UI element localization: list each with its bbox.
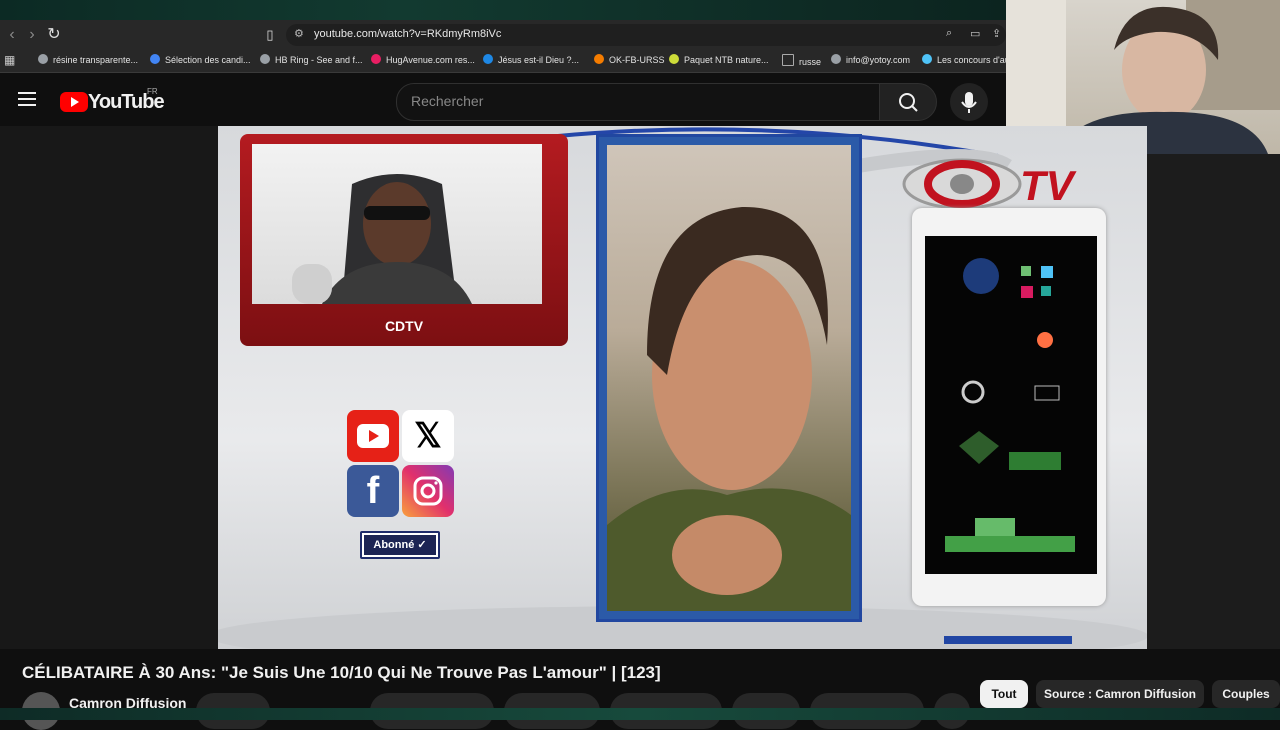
bookmark-item[interactable]: résine transparente... — [38, 54, 138, 65]
browser-tab-strip — [0, 0, 1006, 20]
video-player[interactable]: CDTV 𝕏 f Abonné ✓ TV — [218, 126, 1147, 649]
youtube-social-icon — [347, 410, 399, 462]
phone-screen-graphics — [945, 258, 1075, 552]
cdtv-banner-text: CDTV — [384, 318, 424, 334]
facebook-social-icon: f — [347, 465, 399, 517]
floor-stripe — [944, 636, 1072, 644]
apps-grid-icon[interactable]: ▦ — [4, 53, 15, 67]
bookmark-item[interactable]: HB Ring - See and f... — [260, 54, 363, 65]
bookmark-favicon-icon — [594, 54, 604, 64]
host-video — [252, 144, 542, 304]
microphone-icon — [961, 92, 977, 113]
region-code: FR — [147, 87, 158, 96]
bookmark-item[interactable]: Sélection des candi... — [150, 54, 251, 65]
bookmark-favicon-icon — [150, 54, 160, 64]
search-icon — [899, 93, 918, 112]
bookmark-item[interactable]: Jésus est-il Dieu ?... — [483, 54, 579, 65]
voice-search-button[interactable] — [950, 83, 988, 121]
subscribed-label: Abonné ✓ — [364, 535, 436, 555]
youtube-logo-icon[interactable] — [60, 92, 88, 112]
search-input[interactable]: Rechercher — [396, 83, 882, 121]
chip-source[interactable]: Source : Camron Diffusion — [1036, 680, 1204, 708]
browser-toolbar: ‹ › ↻ ▯ ⚙ youtube.com/watch?v=RKdmyRm8iV… — [0, 20, 1006, 50]
bookmark-folder[interactable]: russe — [782, 54, 821, 67]
video-title: CÉLIBATAIRE À 30 Ans: "Je Suis Une 10/10… — [22, 663, 661, 682]
share-icon[interactable]: ⇪ — [992, 27, 1001, 40]
bookmark-favicon-icon — [922, 54, 932, 64]
url-text: youtube.com/watch?v=RKdmyRm8iVc — [314, 28, 502, 40]
bookmarks-bar: ▦ résine transparente... Sélection des c… — [0, 50, 1010, 73]
guest-person-image — [607, 206, 851, 611]
cast-icon[interactable]: ▭ — [970, 27, 980, 40]
guest-video — [607, 145, 851, 611]
search-button[interactable] — [879, 83, 937, 121]
bookmark-icon[interactable]: ▯ — [260, 25, 280, 45]
forward-icon[interactable]: › — [22, 25, 42, 45]
phone-screen — [925, 236, 1097, 574]
bookmark-favicon-icon — [483, 54, 493, 64]
bookmark-favicon-icon — [371, 54, 381, 64]
zoom-icon[interactable]: ⌕ — [946, 27, 952, 40]
bookmark-favicon-icon — [38, 54, 48, 64]
youtube-header: YouTube FR Rechercher — [0, 73, 1006, 126]
taskbar-strip — [0, 708, 1280, 720]
phone-display — [912, 208, 1106, 606]
bookmark-favicon-icon — [669, 54, 679, 64]
bookmark-favicon-icon — [260, 54, 270, 64]
search-placeholder: Rechercher — [411, 93, 484, 109]
chip-couples[interactable]: Couples — [1212, 680, 1280, 708]
instagram-social-icon — [402, 465, 454, 517]
host-banner: CDTV — [240, 310, 568, 342]
reload-icon[interactable]: ↻ — [44, 25, 64, 45]
cdtv-logo: TV — [902, 154, 1102, 214]
bookmark-item[interactable]: Paquet NTB nature... — [669, 54, 769, 65]
folder-icon — [782, 54, 794, 66]
right-margin — [1147, 154, 1280, 649]
cdtv-eye-logo-icon — [902, 158, 1022, 210]
subscribed-badge: Abonné ✓ — [360, 531, 440, 559]
bookmark-item[interactable]: HugAvenue.com res... — [371, 54, 475, 65]
x-social-icon: 𝕏 — [402, 410, 454, 462]
host-frame: CDTV — [240, 134, 568, 346]
chip-all[interactable]: Tout — [980, 680, 1028, 708]
bookmark-item[interactable]: OK-FB-URSS — [594, 54, 665, 65]
left-margin — [0, 126, 218, 649]
menu-icon[interactable] — [18, 92, 36, 106]
site-info-icon[interactable]: ⚙ — [294, 27, 304, 40]
address-bar[interactable]: ⚙ youtube.com/watch?v=RKdmyRm8iVc ⌕ ▭ ⇪ — [286, 24, 1006, 46]
host-person-image — [292, 174, 472, 304]
back-icon[interactable]: ‹ — [2, 25, 22, 45]
bookmark-favicon-icon — [831, 54, 841, 64]
guest-frame — [596, 134, 862, 622]
bookmark-item[interactable]: Les concours d'au — [922, 54, 1010, 65]
tv-logo-text: TV — [1020, 162, 1074, 209]
bookmark-item[interactable]: info@yotoy.com — [831, 54, 910, 65]
